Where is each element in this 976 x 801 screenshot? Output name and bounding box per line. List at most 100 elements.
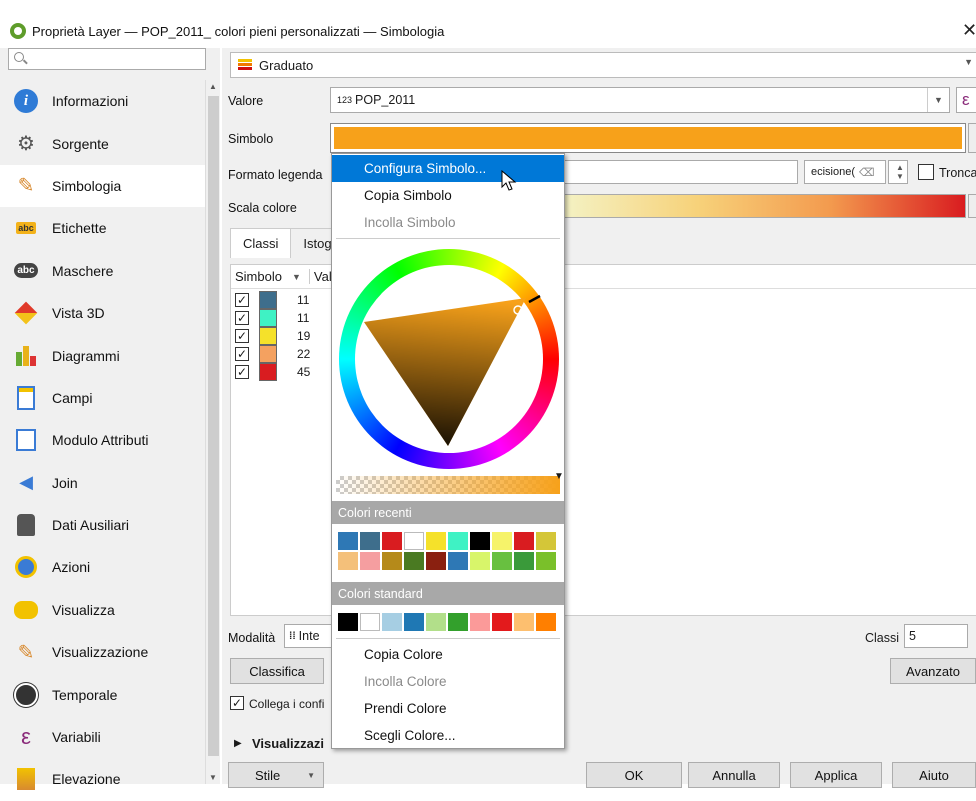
menu-item-paste-color[interactable]: Incolla Colore [332,668,564,695]
sidebar-item-maschere[interactable]: abc Maschere [0,250,205,292]
menu-item-configure-symbol[interactable]: Configura Simbolo... [332,155,564,182]
scroll-up-icon[interactable]: ▲ [209,82,217,91]
recent-color-swatch[interactable] [426,532,446,550]
sidebar-item-sorgente[interactable]: ⚙ Sorgente [0,122,205,164]
sidebar-item-modulo-attributi[interactable]: Modulo Attributi [0,419,205,461]
scroll-down-icon[interactable]: ▼ [209,773,217,782]
tab-classes[interactable]: Classi [230,228,292,258]
recent-color-swatch[interactable] [492,552,512,570]
classes-count-spinbox[interactable]: 5 [904,624,968,648]
standard-color-swatch[interactable] [492,613,512,631]
class-checkbox[interactable]: ✓ [235,365,249,379]
menu-item-copy-color[interactable]: Copia Colore [332,641,564,668]
sidebar-item-campi[interactable]: Campi [0,377,205,419]
sidebar-item-simbologia[interactable]: ✎ Simbologia [0,164,205,208]
recent-color-swatch[interactable] [514,532,534,550]
sidebar-item-vista-3d[interactable]: Vista 3D [0,292,205,334]
precision-stepper[interactable]: ▲ ▼ [888,160,908,184]
menu-item-pick-color[interactable]: Prendi Colore [332,695,564,722]
recent-color-swatch[interactable] [470,532,490,550]
class-checkbox[interactable]: ✓ [235,329,249,343]
sidebar-search-input[interactable] [8,48,206,70]
standard-color-swatch[interactable] [404,613,424,631]
menu-item-choose-color[interactable]: Scegli Colore... [332,722,564,749]
advanced-button[interactable]: Avanzato [890,658,976,684]
recent-color-swatch[interactable] [536,552,556,570]
recent-color-swatch[interactable] [360,552,380,570]
class-symbol-swatch[interactable] [259,327,277,345]
sidebar-item-join[interactable]: ◀ Join [0,462,205,504]
recent-color-swatch[interactable] [404,552,424,570]
standard-color-swatch[interactable] [382,613,402,631]
spin-down-icon[interactable]: ▼ [896,172,904,181]
recent-color-swatch[interactable] [514,552,534,570]
sidebar-item-visualizza[interactable]: Visualizza [0,589,205,631]
sidebar-item-elevazione[interactable]: Elevazione [0,758,205,800]
class-checkbox[interactable]: ✓ [235,311,249,325]
class-symbol-swatch[interactable] [259,363,277,381]
classify-button[interactable]: Classifica [230,658,324,684]
standard-color-swatch[interactable] [360,613,380,631]
recent-color-swatch[interactable] [536,532,556,550]
link-bounds-checkbox[interactable]: ✓ [230,696,244,710]
menu-item-copy-symbol[interactable]: Copia Simbolo [332,182,564,209]
sidebar-item-temporale[interactable]: Temporale [0,673,205,715]
recent-color-swatch[interactable] [360,532,380,550]
sidebar-item-diagrammi[interactable]: Diagrammi [0,334,205,376]
column-header-value[interactable]: Val [308,269,332,284]
standard-color-swatch[interactable] [536,613,556,631]
sidebar-item-dati-ausiliari[interactable]: Dati Ausiliari [0,504,205,546]
precision-spinbox[interactable]: ecisione( ⌫ [804,160,886,184]
expand-arrow-icon[interactable]: ▶ [234,738,242,749]
recent-color-swatch[interactable] [338,552,358,570]
recent-color-swatch[interactable] [448,552,468,570]
renderer-select[interactable]: Graduato ▼ [230,52,976,78]
sidebar-scrollbar[interactable]: ▲ ▼ [205,80,220,784]
class-checkbox[interactable]: ✓ [235,293,249,307]
recent-color-swatch[interactable] [470,552,490,570]
menu-item-paste-symbol[interactable]: Incolla Simbolo [332,209,564,236]
legend-format-input[interactable] [562,160,798,184]
standard-color-swatch[interactable] [470,613,490,631]
standard-color-swatch[interactable] [338,613,358,631]
sidebar-item-variabili[interactable]: ε Variabili [0,716,205,758]
scrollbar-thumb[interactable] [208,96,219,756]
recent-color-swatch[interactable] [382,552,402,570]
value-field-select[interactable]: 123 POP_2011 ▼ [330,87,950,113]
cancel-button[interactable]: Annulla [688,762,780,788]
sidebar-item-etichette[interactable]: abc Etichette [0,207,205,249]
recent-color-swatch[interactable] [492,532,512,550]
standard-color-swatch[interactable] [514,613,534,631]
mode-select[interactable]: ⁞⁞ Inte [284,624,332,648]
color-wheel[interactable] [336,246,562,472]
recent-color-swatch[interactable] [382,532,402,550]
opacity-slider[interactable] [336,476,560,494]
layer-rendering-section[interactable]: Visualizzazi [252,736,324,751]
symbol-dropdown-button[interactable] [968,123,976,153]
class-symbol-swatch[interactable] [259,291,277,309]
truncate-checkbox[interactable] [918,164,934,180]
column-header-symbol[interactable]: Simbolo [235,269,282,284]
expression-button[interactable]: ε [956,87,976,113]
opacity-handle-icon[interactable]: ▼ [554,471,564,482]
help-button[interactable]: Aiuto [892,762,976,788]
class-symbol-swatch[interactable] [259,309,277,327]
style-button[interactable]: Stile ▼ [228,762,324,788]
chevron-down-icon[interactable]: ▼ [927,88,949,112]
sidebar-item-visualizzazione[interactable]: ✎ Visualizzazione [0,631,205,673]
symbol-button[interactable] [330,123,966,153]
clear-icon[interactable]: ⌫ [859,166,875,179]
ok-button[interactable]: OK [586,762,682,788]
standard-color-swatch[interactable] [448,613,468,631]
recent-color-swatch[interactable] [426,552,446,570]
color-ramp-dropdown[interactable] [968,194,976,218]
spin-up-icon[interactable]: ▲ [896,163,904,172]
color-ramp-select[interactable] [562,194,966,218]
close-icon[interactable]: ✕ [962,20,976,41]
recent-color-swatch[interactable] [404,532,424,550]
standard-color-swatch[interactable] [426,613,446,631]
recent-color-swatch[interactable] [338,532,358,550]
sidebar-item-informazioni[interactable]: i Informazioni [0,80,205,122]
apply-button[interactable]: Applica [790,762,882,788]
class-checkbox[interactable]: ✓ [235,347,249,361]
